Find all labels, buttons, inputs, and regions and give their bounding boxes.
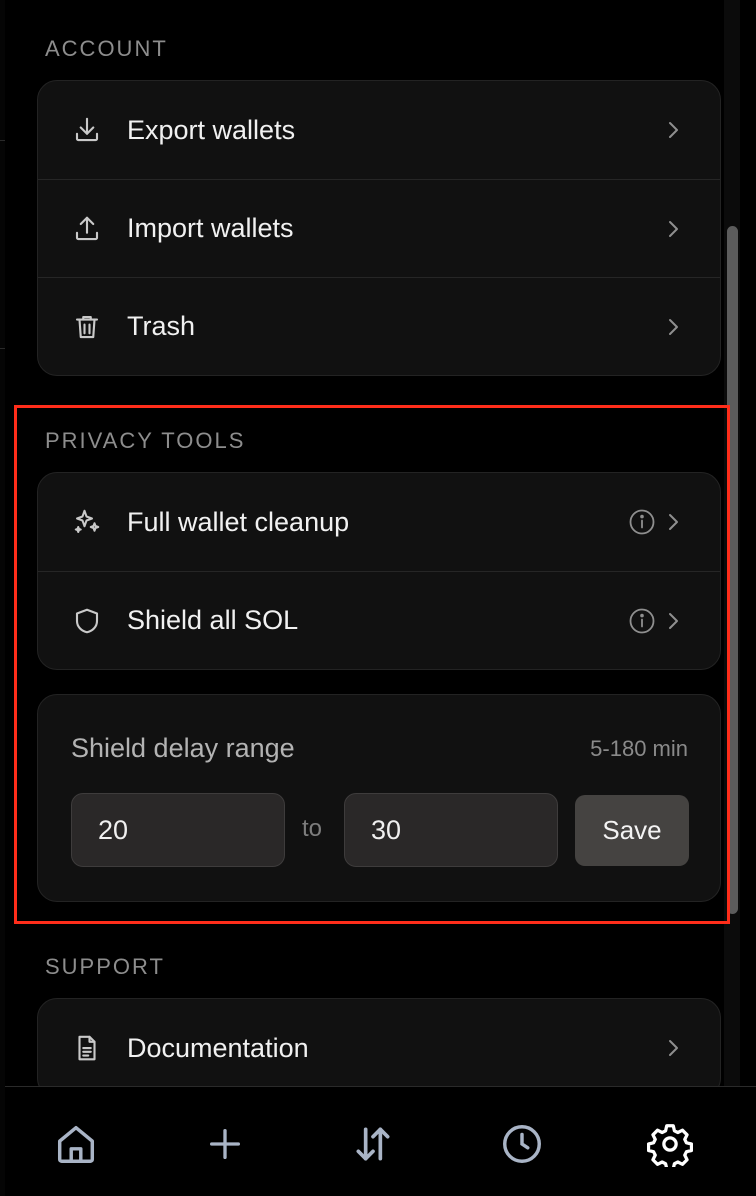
highlight-box xyxy=(14,405,730,924)
export-wallets-label: Export wallets xyxy=(127,114,296,145)
trash-row[interactable]: Trash xyxy=(38,277,720,375)
chevron-right-icon xyxy=(669,318,678,335)
trash-icon xyxy=(72,312,102,342)
documentation-label: Documentation xyxy=(127,1032,309,1063)
chevron-right-icon xyxy=(669,220,678,237)
trash-label: Trash xyxy=(127,311,196,341)
download-icon xyxy=(72,115,102,145)
export-wallets-row[interactable]: Export wallets xyxy=(38,81,720,179)
home-icon xyxy=(57,1125,95,1163)
swap-icon xyxy=(356,1127,390,1161)
import-wallets-row[interactable]: Import wallets xyxy=(38,179,720,277)
import-wallets-label: Import wallets xyxy=(127,213,294,243)
plus-icon xyxy=(210,1129,240,1159)
document-icon xyxy=(72,1033,102,1063)
nav-settings-button[interactable] xyxy=(646,1120,694,1168)
chevron-right-icon xyxy=(669,122,678,138)
history-icon xyxy=(503,1125,541,1163)
support-card: Documentation xyxy=(37,998,721,1086)
documentation-row[interactable]: Documentation xyxy=(38,999,720,1086)
nav-add-button[interactable] xyxy=(201,1120,249,1168)
upload-icon xyxy=(72,214,102,244)
nav-history-button[interactable] xyxy=(498,1120,546,1168)
account-card: Export wallets Import wallets Trash xyxy=(37,80,721,376)
settings-icon xyxy=(647,1124,693,1167)
bottom-nav xyxy=(5,1086,756,1196)
section-heading-support: SUPPORT xyxy=(45,954,165,979)
section-heading-account: ACCOUNT xyxy=(45,36,168,61)
nav-home-button[interactable] xyxy=(52,1120,100,1168)
chevron-right-icon xyxy=(669,1040,678,1056)
nav-swap-button[interactable] xyxy=(349,1120,397,1168)
